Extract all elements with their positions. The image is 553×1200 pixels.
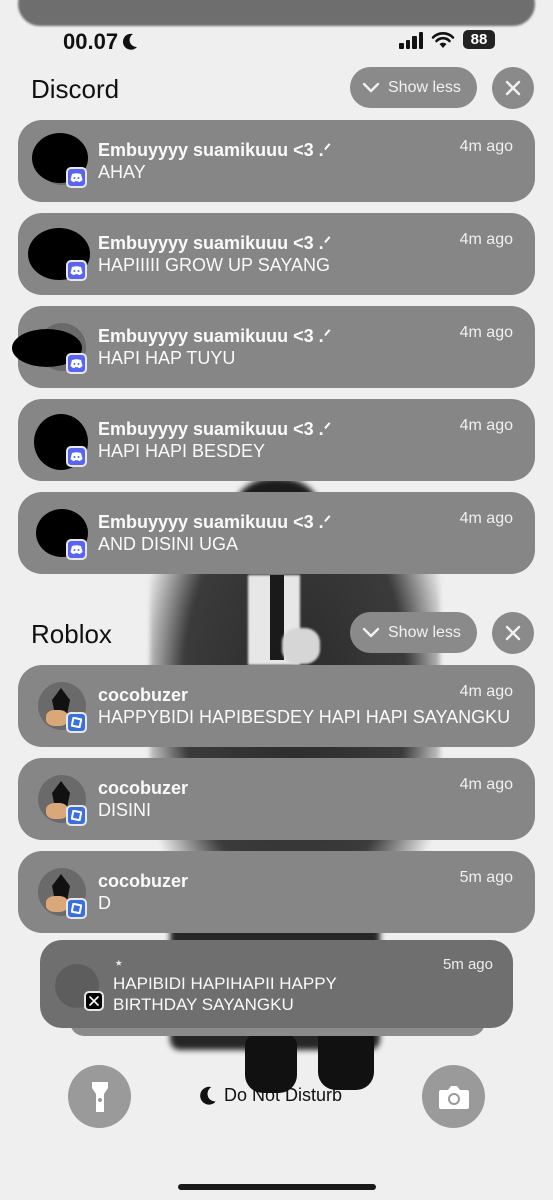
- camera-icon: [438, 1085, 469, 1109]
- discord-group-title: Discord: [31, 74, 120, 104]
- notification-time: 4m ago: [459, 417, 513, 434]
- notification-body: HAPPYBIDI HAPIBESDEY HAPI HAPI SAYANGKU: [98, 707, 511, 727]
- discord-notification[interactable]: Embuyyyy suamikuuu <3 .ᐟ HAPI HAP TUYU 4…: [12, 306, 535, 388]
- notification-body: AND DISINI UGA: [98, 534, 239, 554]
- focus-mode-indicator[interactable]: Do Not Disturb: [199, 1085, 342, 1106]
- discord-show-less-button[interactable]: Show less: [350, 67, 477, 108]
- discord-app-icon: [66, 539, 87, 560]
- notification-body: HAPIIIII GROW UP SAYANG: [98, 255, 331, 275]
- x-notification[interactable]: ⭑ HAPIBIDI HAPIHAPII HAPPY BIRTHDAY SAYA…: [40, 940, 513, 1028]
- x-app-icon: [84, 991, 104, 1011]
- chevron-down-icon: [362, 82, 380, 92]
- notification-time: 4m ago: [459, 231, 513, 248]
- status-time: 00.07: [63, 29, 138, 55]
- roblox-app-icon: [66, 712, 87, 733]
- roblox-notification[interactable]: cocobuzer HAPPYBIDI HAPIBESDEY HAPI HAPI…: [18, 665, 535, 747]
- moon-icon: [123, 33, 138, 50]
- close-icon: [505, 80, 521, 96]
- notification-title: Embuyyyy suamikuuu <3 .ᐟ: [98, 512, 332, 532]
- discord-notification[interactable]: Embuyyyy suamikuuu <3 .ᐟ HAPIIIII GROW U…: [18, 213, 535, 295]
- roblox-show-less-button[interactable]: Show less: [350, 612, 477, 653]
- chevron-down-icon: [362, 627, 380, 637]
- battery-indicator: 88: [463, 30, 495, 49]
- close-icon: [505, 625, 521, 641]
- notification-time: 5m ago: [442, 956, 493, 973]
- notification-body: D: [98, 893, 111, 913]
- focus-mode-label: Do Not Disturb: [224, 1085, 343, 1105]
- wifi-icon: [431, 31, 455, 48]
- notification-time: 4m ago: [459, 324, 513, 341]
- roblox-clear-button[interactable]: [492, 612, 534, 654]
- roblox-notification[interactable]: cocobuzer DISINI 4m ago: [18, 758, 535, 840]
- notification-body: HAPI HAPI BESDEY: [98, 441, 266, 461]
- cellular-signal-icon: [399, 31, 423, 49]
- clock: 00.07: [63, 29, 119, 54]
- notification-title: cocobuzer: [98, 871, 189, 891]
- roblox-app-icon: [66, 898, 87, 919]
- notification-title: cocobuzer: [98, 778, 189, 798]
- notification-title: ⭑: [115, 954, 123, 970]
- roblox-notification[interactable]: cocobuzer D 5m ago: [18, 851, 535, 933]
- notification-time: 5m ago: [459, 869, 513, 886]
- roblox-app-icon: [66, 805, 87, 826]
- notification-body: DISINI: [98, 800, 152, 820]
- notification-title: Embuyyyy suamikuuu <3 .ᐟ: [98, 140, 332, 160]
- show-less-label: Show less: [388, 623, 461, 641]
- discord-clear-button[interactable]: [492, 67, 534, 109]
- notification-time: 4m ago: [459, 510, 513, 527]
- notification-body: HAPI HAP TUYU: [98, 348, 236, 368]
- discord-app-icon: [66, 353, 87, 374]
- notification-title: Embuyyyy suamikuuu <3 .ᐟ: [98, 233, 332, 253]
- discord-notification[interactable]: Embuyyyy suamikuuu <3 .ᐟ HAPI HAPI BESDE…: [18, 399, 535, 481]
- discord-notification[interactable]: Embuyyyy suamikuuu <3 .ᐟ AHAY 4m ago: [18, 120, 535, 202]
- home-indicator[interactable]: [178, 1184, 376, 1190]
- scrolled-notification-remnant[interactable]: [18, 0, 535, 26]
- flashlight-icon: [91, 1081, 108, 1112]
- notification-time: 4m ago: [459, 683, 513, 700]
- flashlight-button[interactable]: [68, 1065, 131, 1128]
- notification-title: Embuyyyy suamikuuu <3 .ᐟ: [98, 326, 332, 346]
- discord-app-icon: [66, 260, 87, 281]
- discord-app-icon: [66, 167, 87, 188]
- notification-body: AHAY: [98, 162, 146, 182]
- show-less-label: Show less: [388, 78, 461, 96]
- camera-button[interactable]: [422, 1065, 485, 1128]
- notification-time: 4m ago: [459, 138, 513, 155]
- notification-time: 4m ago: [459, 776, 513, 793]
- roblox-group-title: Roblox: [31, 619, 112, 649]
- notification-body: HAPIBIDI HAPIHAPII HAPPY BIRTHDAY SAYANG…: [113, 974, 337, 1014]
- discord-notification[interactable]: Embuyyyy suamikuuu <3 .ᐟ AND DISINI UGA …: [18, 492, 535, 574]
- status-indicators: 88: [399, 30, 495, 49]
- moon-icon: [200, 1086, 216, 1105]
- discord-app-icon: [66, 446, 87, 467]
- notification-title: cocobuzer: [98, 685, 189, 705]
- notification-title: Embuyyyy suamikuuu <3 .ᐟ: [98, 419, 332, 439]
